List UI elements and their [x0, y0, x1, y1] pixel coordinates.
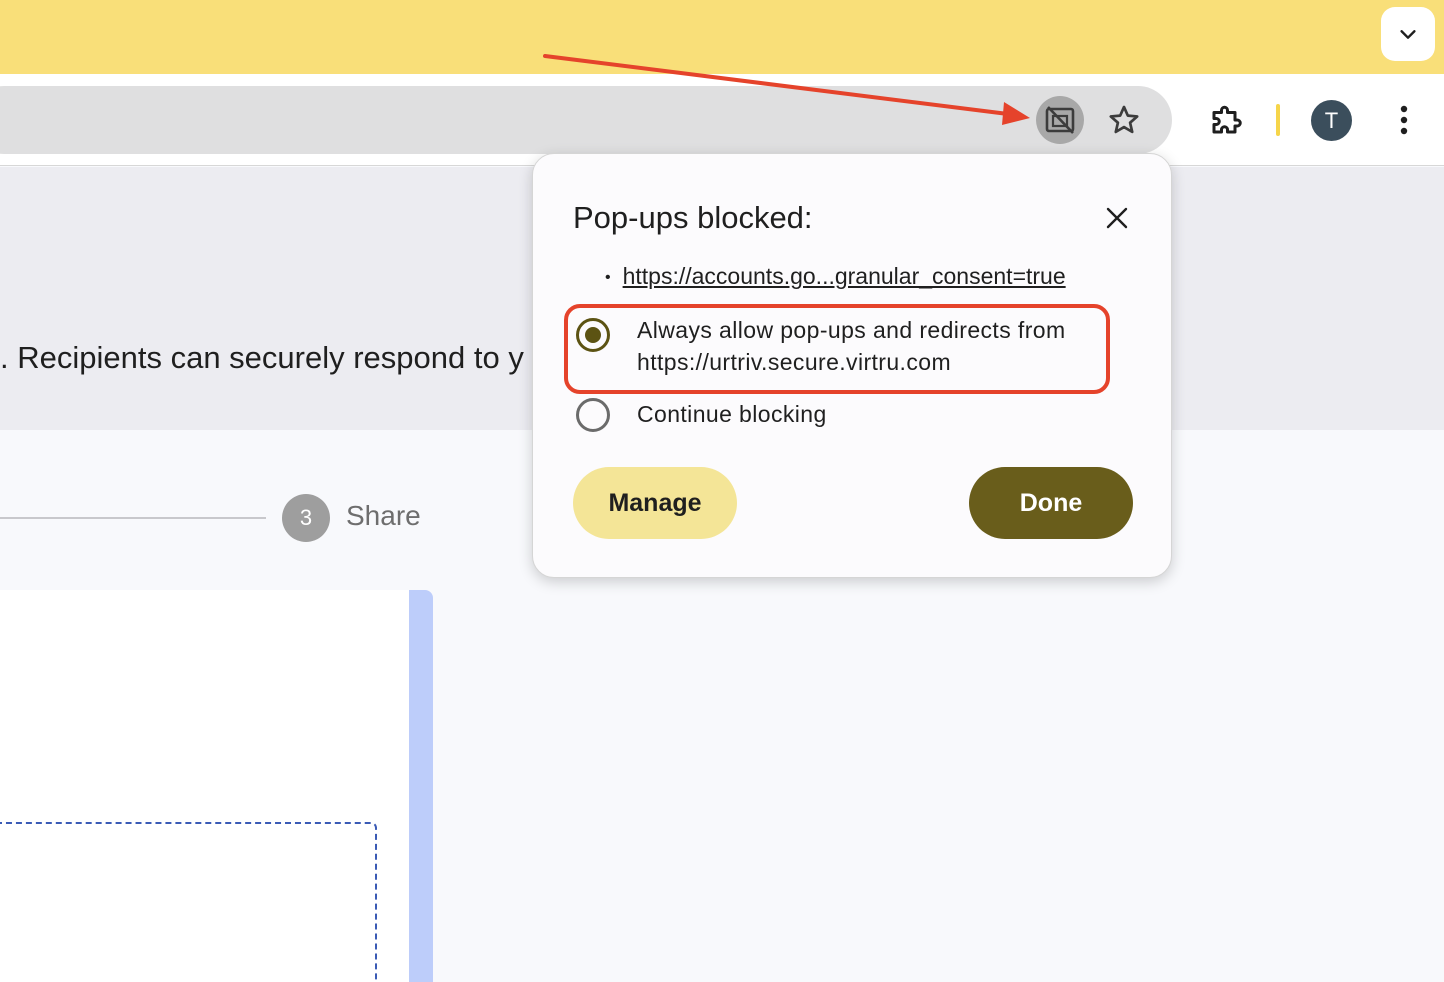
close-icon	[1106, 207, 1128, 229]
profile-avatar[interactable]: T	[1311, 100, 1352, 141]
close-button[interactable]	[1099, 200, 1135, 236]
highlight-annotation	[564, 304, 1110, 394]
more-vertical-icon	[1400, 105, 1408, 135]
bullet: •	[605, 268, 611, 286]
blocked-popup-url: https://accounts.go...granular_consent=t…	[622, 263, 1066, 289]
card-accent	[409, 590, 433, 982]
done-button[interactable]: Done	[969, 467, 1133, 539]
step-label: Share	[346, 500, 421, 531]
popup-blocked-button[interactable]	[1036, 96, 1084, 144]
banner-text: . Recipients can securely respond to y	[0, 340, 524, 375]
address-bar[interactable]	[0, 86, 1172, 154]
puzzle-icon	[1212, 105, 1242, 134]
browser-menu-button[interactable]	[1388, 100, 1420, 140]
avatar-initial: T	[1324, 107, 1339, 133]
star-icon	[1109, 105, 1139, 134]
bookmark-button[interactable]	[1104, 100, 1144, 140]
step-number-label: 3	[299, 505, 313, 530]
stepper-line	[0, 517, 266, 519]
dialog-title: Pop-ups blocked:	[573, 200, 813, 235]
drop-zone[interactable]	[0, 822, 377, 982]
continue-blocking-radio[interactable]	[576, 398, 610, 432]
popup-blocked-icon	[1045, 106, 1075, 134]
continue-blocking-label[interactable]: Continue blocking	[637, 398, 827, 430]
toolbar-divider	[1276, 104, 1280, 136]
title-strip	[0, 0, 1444, 74]
chevron-down-icon	[1400, 30, 1416, 39]
blocked-popup-link[interactable]: • https://accounts.go...granular_consent=…	[605, 263, 1066, 290]
extensions-button[interactable]	[1204, 98, 1248, 142]
tab-search-button[interactable]	[1381, 7, 1435, 61]
manage-button[interactable]: Manage	[573, 467, 737, 539]
browser-window: T . Recipients can securely respond to y…	[0, 0, 1444, 982]
step-number: 3	[282, 494, 330, 542]
